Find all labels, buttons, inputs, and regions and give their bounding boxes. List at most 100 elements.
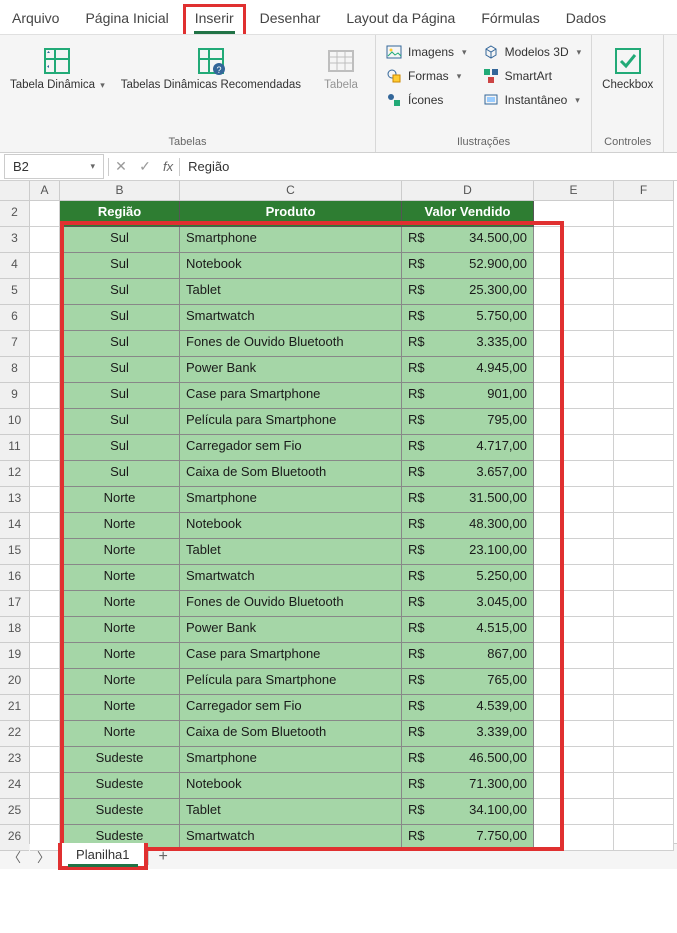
cell[interactable] bbox=[614, 721, 674, 747]
cell[interactable]: R$4.539,00 bbox=[402, 695, 534, 721]
cell[interactable] bbox=[614, 565, 674, 591]
cell[interactable]: Valor Vendido bbox=[402, 201, 534, 227]
cell[interactable] bbox=[30, 799, 60, 825]
cell[interactable]: Tablet bbox=[180, 539, 402, 565]
cell[interactable] bbox=[614, 253, 674, 279]
cell[interactable]: R$25.300,00 bbox=[402, 279, 534, 305]
cell[interactable]: Case para Smartphone bbox=[180, 383, 402, 409]
row-header[interactable]: 20 bbox=[0, 669, 29, 695]
cell[interactable] bbox=[30, 669, 60, 695]
row-header[interactable]: 23 bbox=[0, 747, 29, 773]
cell[interactable] bbox=[30, 513, 60, 539]
menu-item-fórmulas[interactable]: Fórmulas bbox=[469, 4, 551, 34]
cell[interactable]: Smartwatch bbox=[180, 305, 402, 331]
row-header[interactable]: 8 bbox=[0, 357, 29, 383]
cell[interactable] bbox=[30, 357, 60, 383]
cancel-formula-button[interactable]: ✕ bbox=[109, 158, 133, 175]
cell[interactable]: Sul bbox=[60, 279, 180, 305]
select-all-corner[interactable] bbox=[0, 181, 30, 201]
screenshot-button[interactable]: Instantâneo▾ bbox=[477, 89, 588, 111]
cell[interactable]: Película para Smartphone bbox=[180, 409, 402, 435]
cell[interactable] bbox=[614, 669, 674, 695]
cell[interactable] bbox=[614, 825, 674, 851]
row-header[interactable]: 6 bbox=[0, 305, 29, 331]
formula-input[interactable] bbox=[180, 155, 677, 178]
cell[interactable]: Sudeste bbox=[60, 773, 180, 799]
cell[interactable] bbox=[30, 617, 60, 643]
row-header[interactable]: 26 bbox=[0, 825, 29, 851]
column-header-F[interactable]: F bbox=[614, 181, 674, 201]
cell[interactable]: R$3.335,00 bbox=[402, 331, 534, 357]
cell[interactable]: R$3.339,00 bbox=[402, 721, 534, 747]
cell[interactable] bbox=[614, 227, 674, 253]
icons-button[interactable]: Ícones bbox=[380, 89, 473, 111]
cell[interactable]: Norte bbox=[60, 617, 180, 643]
cell[interactable] bbox=[534, 799, 614, 825]
cell[interactable] bbox=[534, 409, 614, 435]
cell[interactable]: R$5.250,00 bbox=[402, 565, 534, 591]
cell[interactable]: Norte bbox=[60, 643, 180, 669]
cell[interactable] bbox=[614, 773, 674, 799]
menu-item-layout-da-página[interactable]: Layout da Página bbox=[334, 4, 467, 34]
row-header[interactable]: 19 bbox=[0, 643, 29, 669]
fx-icon[interactable]: fx bbox=[157, 159, 179, 174]
cell[interactable] bbox=[534, 695, 614, 721]
cell[interactable] bbox=[534, 747, 614, 773]
row-header[interactable]: 15 bbox=[0, 539, 29, 565]
cell[interactable]: Notebook bbox=[180, 253, 402, 279]
row-header[interactable]: 5 bbox=[0, 279, 29, 305]
cell[interactable] bbox=[614, 747, 674, 773]
cell[interactable]: Smartphone bbox=[180, 487, 402, 513]
column-header-E[interactable]: E bbox=[534, 181, 614, 201]
column-header-D[interactable]: D bbox=[402, 181, 534, 201]
cell[interactable]: Região bbox=[60, 201, 180, 227]
sheet-tab-planilha1[interactable]: Planilha1 bbox=[58, 843, 148, 870]
row-header[interactable]: 17 bbox=[0, 591, 29, 617]
cell[interactable] bbox=[534, 643, 614, 669]
cell[interactable] bbox=[30, 565, 60, 591]
cell[interactable] bbox=[534, 305, 614, 331]
cell[interactable] bbox=[534, 721, 614, 747]
cell[interactable]: Caixa de Som Bluetooth bbox=[180, 461, 402, 487]
cell[interactable]: Notebook bbox=[180, 773, 402, 799]
cell[interactable] bbox=[534, 487, 614, 513]
cell[interactable] bbox=[30, 279, 60, 305]
row-header[interactable]: 4 bbox=[0, 253, 29, 279]
cell[interactable]: Sul bbox=[60, 331, 180, 357]
cell[interactable] bbox=[534, 565, 614, 591]
cell[interactable] bbox=[614, 305, 674, 331]
cell[interactable] bbox=[534, 617, 614, 643]
cell[interactable]: Sul bbox=[60, 227, 180, 253]
cell[interactable] bbox=[30, 695, 60, 721]
cell[interactable]: Notebook bbox=[180, 513, 402, 539]
cell[interactable]: R$4.717,00 bbox=[402, 435, 534, 461]
cell[interactable] bbox=[614, 201, 674, 227]
cell[interactable]: Sul bbox=[60, 305, 180, 331]
cell[interactable] bbox=[614, 487, 674, 513]
cell[interactable]: R$7.750,00 bbox=[402, 825, 534, 851]
menu-item-dados[interactable]: Dados bbox=[554, 4, 618, 34]
row-header[interactable]: 25 bbox=[0, 799, 29, 825]
menu-item-página-inicial[interactable]: Página Inicial bbox=[73, 4, 180, 34]
cell[interactable] bbox=[30, 253, 60, 279]
cell[interactable]: R$71.300,00 bbox=[402, 773, 534, 799]
row-header[interactable]: 13 bbox=[0, 487, 29, 513]
cell[interactable]: R$52.900,00 bbox=[402, 253, 534, 279]
cell[interactable] bbox=[614, 799, 674, 825]
column-header-B[interactable]: B bbox=[60, 181, 180, 201]
cell[interactable] bbox=[30, 643, 60, 669]
cell[interactable]: Fones de Ouvido Bluetooth bbox=[180, 591, 402, 617]
cell[interactable]: Carregador sem Fio bbox=[180, 435, 402, 461]
cell[interactable]: Sul bbox=[60, 383, 180, 409]
cell[interactable]: Tablet bbox=[180, 279, 402, 305]
cell[interactable] bbox=[30, 773, 60, 799]
cell[interactable]: R$5.750,00 bbox=[402, 305, 534, 331]
cell[interactable] bbox=[30, 383, 60, 409]
cell[interactable] bbox=[534, 279, 614, 305]
cell[interactable]: Power Bank bbox=[180, 617, 402, 643]
cell[interactable] bbox=[534, 591, 614, 617]
cell[interactable] bbox=[30, 435, 60, 461]
cell[interactable] bbox=[614, 409, 674, 435]
cell[interactable] bbox=[614, 279, 674, 305]
cell[interactable] bbox=[534, 513, 614, 539]
